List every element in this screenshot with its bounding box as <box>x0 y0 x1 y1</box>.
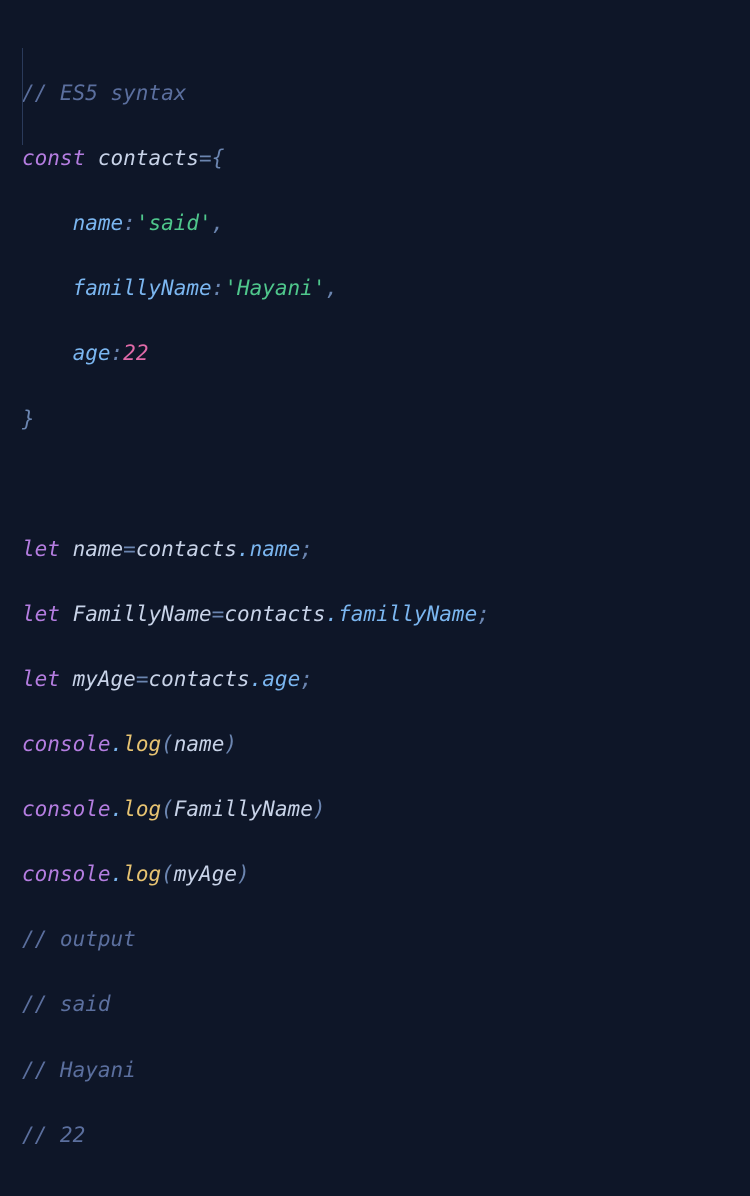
punct: . <box>250 667 263 691</box>
indent <box>22 276 73 300</box>
method-name: log <box>123 732 161 756</box>
code-line: console.log(myAge) <box>22 858 728 891</box>
paren: ) <box>313 797 326 821</box>
punct: = <box>199 146 212 170</box>
code-line: let name=contacts.name; <box>22 533 728 566</box>
comment-text: // ES5 syntax <box>22 81 186 105</box>
indent-guide <box>22 48 23 145</box>
indent <box>22 211 73 235</box>
punct: . <box>111 797 124 821</box>
punct: ; <box>477 602 490 626</box>
identifier: name <box>174 732 225 756</box>
string-literal: 'said' <box>136 211 212 235</box>
code-line: name:'said', <box>22 207 728 240</box>
identifier: contacts <box>224 602 325 626</box>
paren: ) <box>224 732 237 756</box>
property-name: name <box>73 211 124 235</box>
code-line: age:22 <box>22 337 728 370</box>
property-access: name <box>250 537 301 561</box>
code-line: // output <box>22 923 728 956</box>
code-snippet: // ES5 syntax const contacts={ name:'sai… <box>0 0 750 1196</box>
code-line: console.log(FamillyName) <box>22 793 728 826</box>
paren: ( <box>161 862 174 886</box>
identifier: contacts <box>148 667 249 691</box>
identifier: myAge <box>73 667 136 691</box>
code-line: famillyName:'Hayani', <box>22 272 728 305</box>
string-literal: 'Hayani' <box>224 276 325 300</box>
property-name: age <box>73 341 111 365</box>
punct: : <box>212 276 225 300</box>
keyword-let: let <box>22 537 60 561</box>
keyword-let: let <box>22 602 60 626</box>
console-object: console <box>22 732 111 756</box>
method-name: log <box>123 862 161 886</box>
keyword-let: let <box>22 667 60 691</box>
code-line: // Hayani <box>22 1054 728 1087</box>
punct: . <box>111 862 124 886</box>
paren: ( <box>161 797 174 821</box>
punct: , <box>325 276 338 300</box>
punct: : <box>111 341 124 365</box>
code-line: // ES5 syntax <box>22 77 728 110</box>
punct: . <box>325 602 338 626</box>
code-line: let FamillyName=contacts.famillyName; <box>22 598 728 631</box>
punct: ; <box>300 667 313 691</box>
code-line: } <box>22 403 728 436</box>
identifier: contacts <box>98 146 199 170</box>
brace: } <box>22 407 35 431</box>
code-line: let myAge=contacts.age; <box>22 663 728 696</box>
punct: , <box>212 211 225 235</box>
identifier: FamillyName <box>73 602 212 626</box>
punct: = <box>136 667 149 691</box>
console-object: console <box>22 862 111 886</box>
indent <box>22 341 73 365</box>
identifier: contacts <box>136 537 237 561</box>
identifier: name <box>73 537 124 561</box>
paren: ) <box>237 862 250 886</box>
comment-text: // 22 <box>22 1123 85 1147</box>
comment-text: // Hayani <box>22 1058 136 1082</box>
punct: = <box>123 537 136 561</box>
paren: ( <box>161 732 174 756</box>
punct: : <box>123 211 136 235</box>
code-line <box>22 468 728 501</box>
comment-text: // said <box>22 992 111 1016</box>
property-access: age <box>262 667 300 691</box>
code-line: console.log(name) <box>22 728 728 761</box>
code-line: // said <box>22 988 728 1021</box>
punct: ; <box>300 537 313 561</box>
property-access: famillyName <box>338 602 477 626</box>
keyword-const: const <box>22 146 85 170</box>
method-name: log <box>123 797 161 821</box>
comment-text: // output <box>22 927 136 951</box>
punct: = <box>212 602 225 626</box>
code-line: const contacts={ <box>22 142 728 175</box>
identifier: myAge <box>174 862 237 886</box>
brace: { <box>212 146 225 170</box>
identifier: FamillyName <box>174 797 313 821</box>
property-name: famillyName <box>73 276 212 300</box>
number-literal: 22 <box>123 341 148 365</box>
punct: . <box>237 537 250 561</box>
punct: . <box>111 732 124 756</box>
code-line: // 22 <box>22 1119 728 1152</box>
console-object: console <box>22 797 111 821</box>
